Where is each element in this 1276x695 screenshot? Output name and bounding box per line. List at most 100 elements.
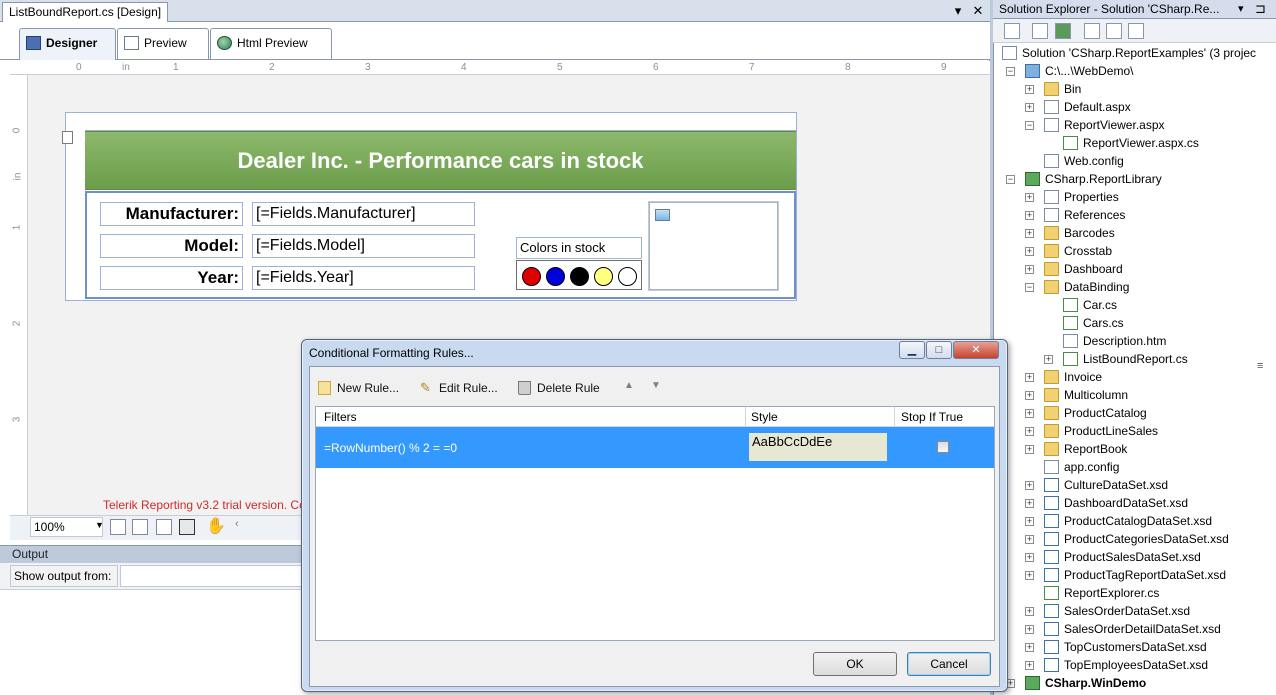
tree-item[interactable]: + Dashboard — [1000, 260, 1268, 278]
page-header-band[interactable] — [85, 113, 796, 131]
tree-item[interactable]: − C:\...\WebDemo\ — [1000, 62, 1268, 80]
scroll-left-icon[interactable]: ‹ — [235, 518, 239, 530]
tree-item[interactable]: + CultureDataSet.xsd — [1000, 476, 1268, 494]
expand-icon[interactable]: + — [1025, 409, 1034, 418]
tree-item[interactable]: + ProductCatalogDataSet.xsd — [1000, 512, 1268, 530]
tree-item[interactable]: + TopCustomersDataSet.xsd — [1000, 638, 1268, 656]
expand-icon[interactable]: + — [1025, 499, 1034, 508]
expand-icon[interactable]: + — [1025, 193, 1034, 202]
expand-icon[interactable]: + — [1025, 481, 1034, 490]
expand-icon[interactable]: + — [1025, 445, 1034, 454]
tab-html-preview[interactable]: Html Preview — [210, 28, 332, 59]
year-label[interactable]: Year: — [100, 266, 243, 290]
tree-item[interactable]: − CSharp.ReportLibrary — [1000, 170, 1268, 188]
snap-lines-icon[interactable] — [179, 519, 195, 535]
rule-filter-cell[interactable]: =RowNumber() % 2 = =0 — [324, 441, 457, 455]
expand-icon[interactable]: + — [1025, 607, 1034, 616]
tree-item[interactable]: Solution 'CSharp.ReportExamples' (3 proj… — [1000, 44, 1268, 62]
tab-preview[interactable]: Preview — [117, 28, 209, 59]
manufacturer-field[interactable]: [=Fields.Manufacturer] — [252, 202, 475, 226]
rule-style-cell[interactable]: AaBbCcDdEe — [749, 433, 887, 461]
tree-item[interactable]: + CSharp.WinDemo — [1000, 674, 1268, 692]
tree-item[interactable]: + References — [1000, 206, 1268, 224]
tree-item[interactable]: + Multicolumn — [1000, 386, 1268, 404]
collapse-icon[interactable]: − — [1025, 121, 1034, 130]
chevron-down-icon[interactable]: ▼ — [95, 520, 104, 530]
year-field[interactable]: [=Fields.Year] — [252, 266, 475, 290]
delete-rule-button[interactable]: Delete Rule — [518, 380, 600, 396]
properties-icon[interactable] — [1004, 23, 1020, 39]
expand-icon[interactable]: + — [1025, 517, 1034, 526]
column-header-stop-if-true[interactable]: Stop If True — [901, 407, 963, 427]
collapse-icon[interactable]: − — [1006, 175, 1015, 184]
expand-icon[interactable]: + — [1025, 391, 1034, 400]
expand-icon[interactable]: + — [1025, 643, 1034, 652]
expand-icon[interactable]: + — [1025, 229, 1034, 238]
pin-icon[interactable]: ⊐ — [1255, 1, 1266, 17]
expand-icon[interactable]: + — [1025, 211, 1034, 220]
model-field[interactable]: [=Fields.Model] — [252, 234, 475, 258]
tree-item[interactable]: + ListBoundReport.cs — [1000, 350, 1268, 368]
tree-item[interactable]: + TopEmployeesDataSet.xsd — [1000, 656, 1268, 674]
snap-grid-icon[interactable] — [132, 519, 148, 535]
expand-icon[interactable]: + — [1025, 103, 1034, 112]
tree-item[interactable]: − DataBinding — [1000, 278, 1268, 296]
tree-item[interactable]: + SalesOrderDetailDataSet.xsd — [1000, 620, 1268, 638]
manufacturer-label[interactable]: Manufacturer: — [100, 202, 243, 226]
document-tab[interactable]: ListBoundReport.cs [Design] — [2, 2, 169, 22]
expand-icon[interactable]: + — [1025, 625, 1034, 634]
picture-box[interactable] — [649, 202, 778, 290]
tree-item[interactable]: ReportExplorer.cs — [1000, 584, 1268, 602]
tree-item[interactable]: + SalesOrderDataSet.xsd — [1000, 602, 1268, 620]
tree-item[interactable]: + Barcodes — [1000, 224, 1268, 242]
dock-dropdown-icon[interactable]: ▾ — [1238, 2, 1244, 15]
expand-icon[interactable]: + — [1025, 373, 1034, 382]
maximize-button[interactable]: □ — [926, 341, 952, 359]
minimize-button[interactable]: ▁ — [899, 341, 925, 359]
view-code-icon[interactable] — [1084, 23, 1100, 39]
tree-item[interactable]: − ReportViewer.aspx — [1000, 116, 1268, 134]
model-label[interactable]: Model: — [100, 234, 243, 258]
grid-icon[interactable] — [110, 519, 126, 535]
expand-icon[interactable]: + — [1025, 427, 1034, 436]
expand-icon[interactable]: + — [1025, 661, 1034, 670]
column-header-filters[interactable]: Filters — [324, 407, 357, 427]
tree-item[interactable]: + Default.aspx — [1000, 98, 1268, 116]
zoom-select[interactable]: 100% — [30, 517, 103, 537]
new-rule-button[interactable]: New Rule... — [318, 380, 399, 396]
tree-item[interactable]: + Invoice — [1000, 368, 1268, 386]
close-icon[interactable]: ✕ — [970, 3, 986, 19]
tree-item[interactable]: + ProductCategoriesDataSet.xsd — [1000, 530, 1268, 548]
move-up-icon[interactable]: ▲ — [624, 380, 634, 391]
move-down-icon[interactable]: ▼ — [651, 380, 661, 391]
tree-item[interactable]: + ProductSalesDataSet.xsd — [1000, 548, 1268, 566]
collapse-icon[interactable]: − — [1006, 67, 1015, 76]
tree-item[interactable]: + DashboardDataSet.xsd — [1000, 494, 1268, 512]
scrollbar-grip-icon[interactable]: ≡ — [1257, 360, 1267, 400]
expand-icon[interactable]: + — [1025, 247, 1034, 256]
dropdown-arrow-icon[interactable]: ▾ — [950, 3, 966, 19]
tree-item[interactable]: Web.config — [1000, 152, 1268, 170]
tree-item[interactable]: + ProductTagReportDataSet.xsd — [1000, 566, 1268, 584]
colors-list[interactable] — [516, 260, 642, 290]
show-all-files-icon[interactable] — [1032, 23, 1048, 39]
tree-item[interactable]: + ProductLineSales — [1000, 422, 1268, 440]
expand-icon[interactable]: + — [1044, 355, 1053, 364]
table-icon[interactable] — [156, 519, 172, 535]
column-header-style[interactable]: Style — [751, 407, 778, 427]
expand-icon[interactable]: + — [1025, 265, 1034, 274]
tree-item[interactable]: Car.cs — [1000, 296, 1268, 314]
expand-icon[interactable]: + — [1025, 553, 1034, 562]
tab-designer[interactable]: Designer — [19, 28, 116, 60]
tree-item[interactable]: + Bin — [1000, 80, 1268, 98]
tree-item[interactable]: Cars.cs — [1000, 314, 1268, 332]
tree-item[interactable]: + ProductCatalog — [1000, 404, 1268, 422]
ok-button[interactable]: OK — [813, 652, 897, 676]
expand-icon[interactable]: + — [1025, 535, 1034, 544]
expand-icon[interactable]: + — [1025, 571, 1034, 580]
pan-hand-icon[interactable]: ✋ — [206, 516, 226, 536]
table-row[interactable]: =RowNumber() % 2 = =0 — [316, 427, 994, 468]
dialog-close-button[interactable]: ✕ — [953, 341, 999, 359]
refresh-icon[interactable] — [1055, 23, 1071, 39]
tree-item[interactable]: + ReportBook — [1000, 440, 1268, 458]
